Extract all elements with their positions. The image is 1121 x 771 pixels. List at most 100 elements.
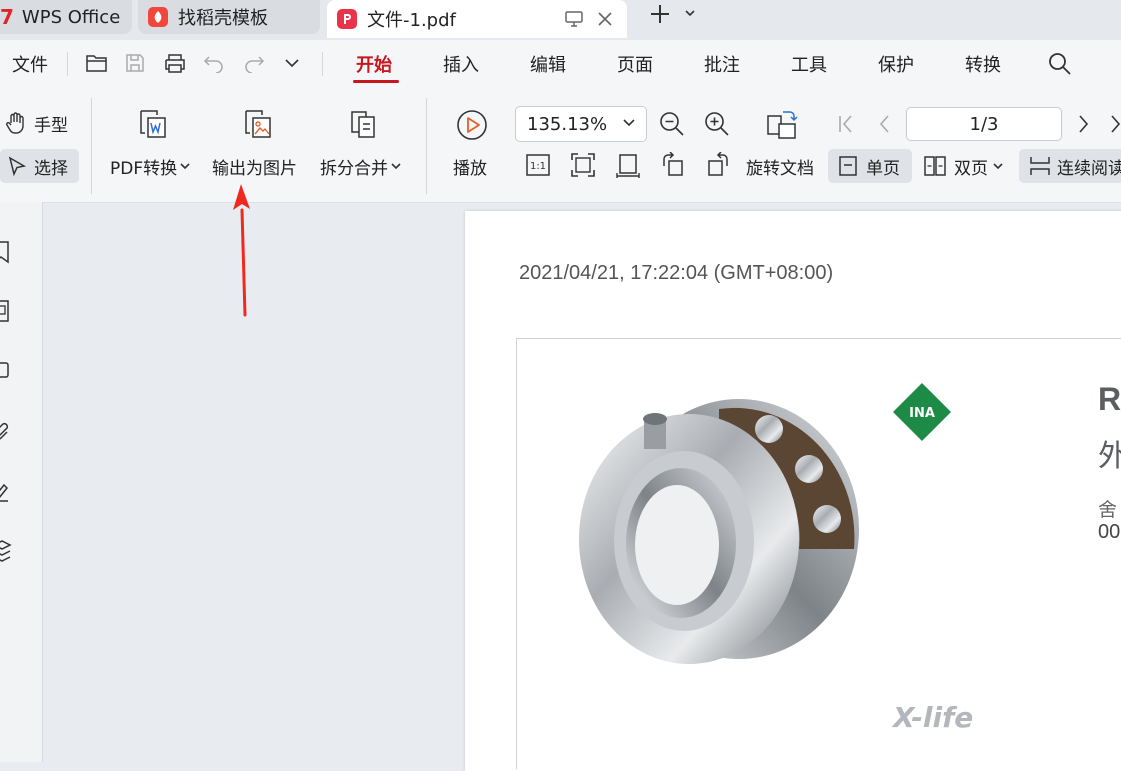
hand-tool-button[interactable]: 手型 <box>4 110 68 136</box>
annotation-arrow <box>233 184 250 317</box>
attachment-icon[interactable] <box>0 420 12 444</box>
ribbon-toolbar: 手型 选择 PDF转换 输出为图片 拆分合并 播放 135.13% 1:1 旋转… <box>0 88 1121 203</box>
export-image-icon <box>242 108 274 140</box>
wps-logo-icon: 7 <box>0 5 14 29</box>
split-merge-label: 拆分合并 <box>320 158 388 179</box>
screen-cast-icon[interactable] <box>564 10 584 28</box>
tab-docer-templates[interactable]: 找稻壳模板 <box>138 0 320 34</box>
continuous-scroll-icon <box>1029 155 1051 177</box>
tab-bar: 7 WPS Office 找稻壳模板 文件-1.pdf <box>0 0 1121 40</box>
tab-pdf-file[interactable]: 文件-1.pdf <box>327 0 627 38</box>
close-icon[interactable] <box>596 10 614 28</box>
continuous-reading-label: 连续阅读 <box>1057 158 1121 179</box>
more-chevron-icon[interactable] <box>284 56 300 70</box>
page-number-input[interactable]: 1/3 <box>906 107 1062 141</box>
pdf-icon <box>337 9 357 29</box>
divider <box>426 98 427 194</box>
double-page-button[interactable]: 双页 <box>924 149 1003 183</box>
cursor-arrow-icon <box>6 155 28 177</box>
chevron-down-icon[interactable] <box>683 6 697 20</box>
open-folder-icon[interactable] <box>85 52 109 74</box>
menu-tab-convert[interactable]: 转换 <box>965 40 1001 88</box>
menu-tab-protect[interactable]: 保护 <box>878 40 914 88</box>
product-code-partial: 00 <box>1098 521 1121 543</box>
thumbnail-icon[interactable] <box>0 299 12 323</box>
menu-tab-tools[interactable]: 工具 <box>791 40 827 88</box>
rotate-right-icon[interactable] <box>705 152 731 178</box>
first-page-icon[interactable] <box>836 113 856 135</box>
split-merge-button[interactable]: 拆分合并 <box>320 154 401 179</box>
divider <box>322 52 323 76</box>
dropdown-arrow-icon <box>391 162 401 170</box>
product-subtitle-partial: 外 <box>1098 439 1121 474</box>
actual-size-icon[interactable]: 1:1 <box>525 153 551 177</box>
undo-icon[interactable] <box>203 53 225 73</box>
new-tab-plus-icon[interactable] <box>648 2 672 26</box>
play-button[interactable]: 播放 <box>453 154 487 179</box>
active-tab-indicator <box>353 80 399 83</box>
select-tool-button[interactable]: 选择 <box>0 149 79 183</box>
docer-icon <box>148 7 168 27</box>
chevron-down-icon <box>622 118 636 128</box>
pdf-convert-label: PDF转换 <box>110 158 178 179</box>
product-title-partial: R <box>1098 381 1121 417</box>
double-page-label: 双页 <box>954 158 988 179</box>
tab-wps-office[interactable]: 7 WPS Office <box>0 0 132 34</box>
redo-icon[interactable] <box>243 53 265 73</box>
previous-page-icon[interactable] <box>875 113 895 135</box>
pdf-to-word-icon <box>137 108 169 140</box>
menu-tab-page[interactable]: 页面 <box>617 40 653 88</box>
single-page-button[interactable]: 单页 <box>828 149 912 183</box>
menu-tab-insert[interactable]: 插入 <box>443 40 479 88</box>
document-timestamp: 2021/04/21, 17:22:04 (GMT+08:00) <box>519 262 834 284</box>
export-image-label: 输出为图片 <box>212 158 297 179</box>
zoom-value: 135.13% <box>527 113 608 135</box>
menu-tab-comment[interactable]: 批注 <box>704 40 740 88</box>
search-icon[interactable] <box>1047 51 1073 77</box>
page-number-value: 1/3 <box>969 113 999 135</box>
double-page-icon <box>924 155 946 177</box>
print-icon[interactable] <box>163 52 187 74</box>
x-life-brand: X-life <box>893 701 974 734</box>
continuous-reading-button[interactable]: 连续阅读 <box>1019 149 1121 183</box>
left-sidebar <box>0 202 43 762</box>
ina-logo: INA <box>893 383 951 441</box>
single-page-label: 单页 <box>866 158 900 179</box>
menu-bar: 文件 开始 插入 编辑 页面 批注 工具 保护 转换 <box>0 40 1121 88</box>
last-page-icon[interactable] <box>1107 113 1121 135</box>
divider <box>91 98 92 194</box>
rotate-document-label: 旋转文档 <box>746 158 814 179</box>
play-icon <box>455 108 489 142</box>
menu-tab-edit[interactable]: 编辑 <box>530 40 566 88</box>
svg-text:1:1: 1:1 <box>530 161 546 172</box>
divider <box>67 52 68 76</box>
ina-logo-text: INA <box>909 406 935 421</box>
rotate-document-button[interactable]: 旋转文档 <box>746 154 814 179</box>
single-page-icon <box>838 155 858 177</box>
dropdown-arrow-icon <box>993 162 1003 170</box>
zoom-in-icon[interactable] <box>703 110 731 138</box>
pdf-convert-button[interactable]: PDF转换 <box>110 154 190 179</box>
bookmark-icon[interactable] <box>0 240 12 264</box>
tab-label: 找稻壳模板 <box>178 8 268 29</box>
zoom-out-icon[interactable] <box>658 110 686 138</box>
save-icon[interactable] <box>124 52 146 74</box>
hand-tool-label: 手型 <box>34 115 68 136</box>
dropdown-arrow-icon <box>180 162 190 170</box>
rotate-left-icon[interactable] <box>660 152 686 178</box>
zoom-select[interactable]: 135.13% <box>515 106 647 142</box>
comment-panel-icon[interactable] <box>0 359 12 383</box>
tab-label: WPS Office <box>21 6 121 28</box>
fit-page-icon[interactable] <box>570 152 596 178</box>
tab-label: 文件-1.pdf <box>367 10 456 31</box>
product-figure: INA X-life R 外 舍 00 <box>516 338 1121 769</box>
fit-width-icon[interactable] <box>615 152 641 178</box>
next-page-icon[interactable] <box>1073 113 1093 135</box>
rotate-document-icon <box>765 108 799 142</box>
menu-file[interactable]: 文件 <box>12 40 48 88</box>
layers-icon[interactable] <box>0 539 12 563</box>
export-as-image-button[interactable]: 输出为图片 <box>212 154 297 179</box>
product-line-partial: 舍 <box>1098 499 1118 521</box>
select-tool-label: 选择 <box>34 158 68 179</box>
signature-icon[interactable] <box>0 479 12 503</box>
